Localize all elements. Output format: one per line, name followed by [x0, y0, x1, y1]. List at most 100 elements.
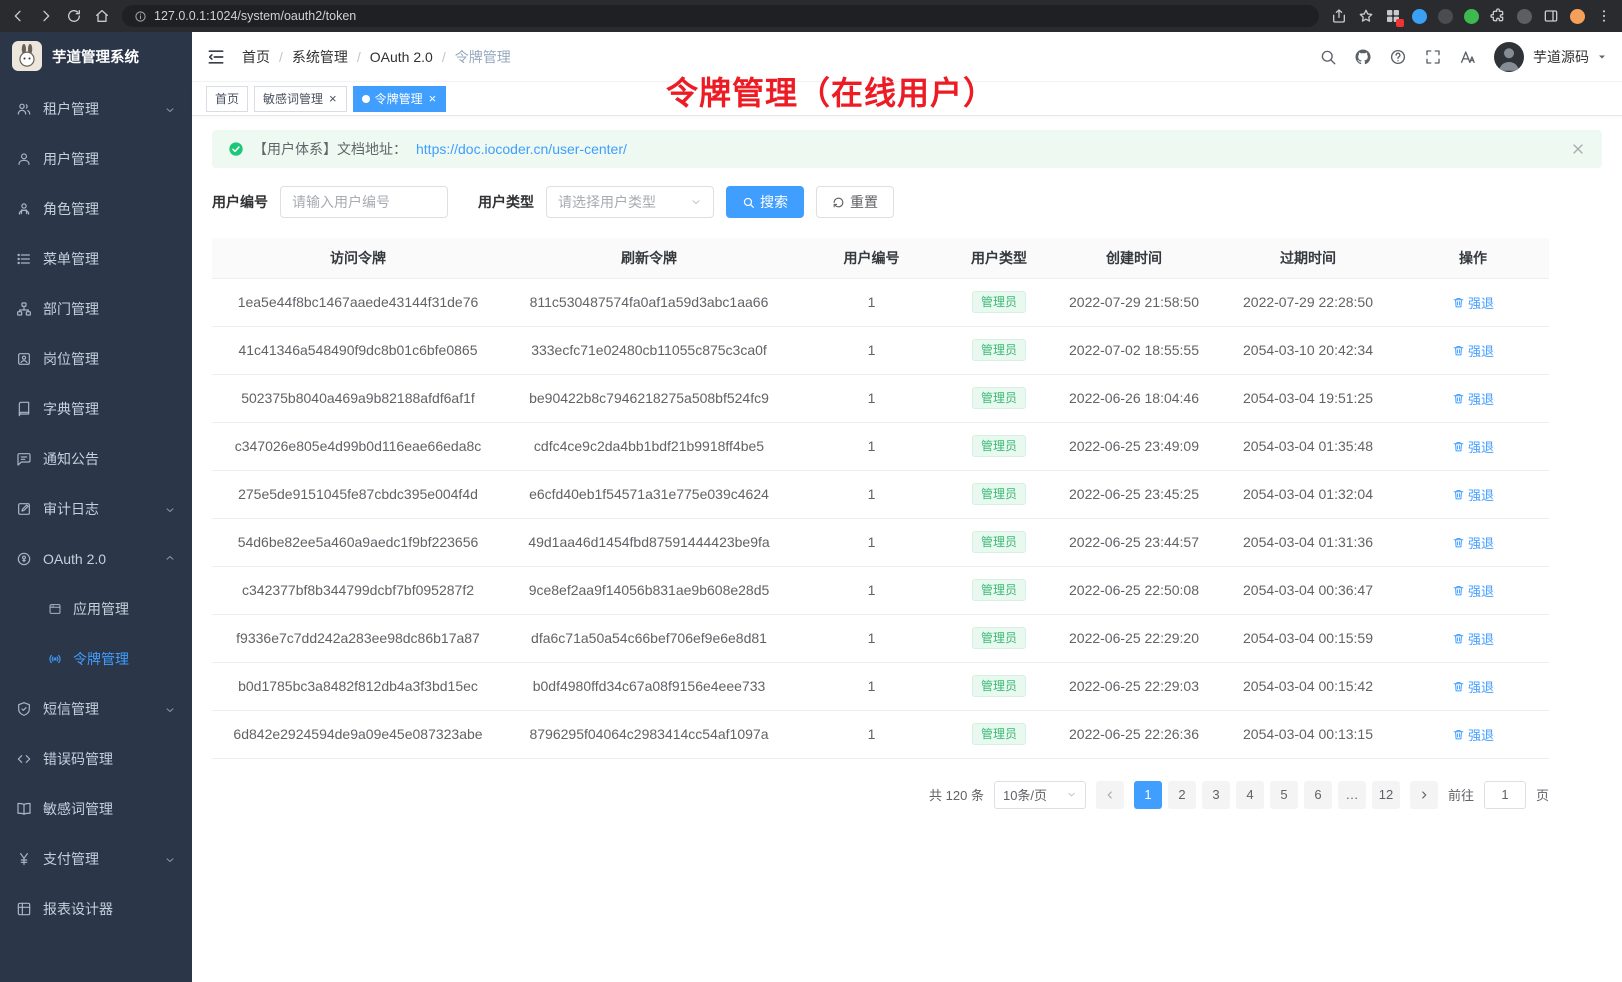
sidebar-item-1[interactable]: 用户管理: [0, 134, 192, 184]
trash-icon: [1452, 344, 1465, 357]
sidebar-item-0[interactable]: 租户管理: [0, 84, 192, 134]
sidebar-item-5[interactable]: 岗位管理: [0, 334, 192, 384]
force-logout-button[interactable]: 强退: [1452, 725, 1494, 744]
tab-close-icon[interactable]: ×: [328, 92, 338, 105]
sidebar-item-4[interactable]: 部门管理: [0, 284, 192, 334]
force-logout-button[interactable]: 强退: [1452, 485, 1494, 504]
badge-icon: [16, 351, 32, 367]
fontsize-icon[interactable]: [1459, 48, 1477, 66]
sidebar-item-12[interactable]: 敏感词管理: [0, 784, 192, 834]
user-id-input[interactable]: [280, 186, 448, 218]
force-logout-button[interactable]: 强退: [1452, 341, 1494, 360]
force-logout-button[interactable]: 强退: [1452, 629, 1494, 648]
sidebar-item-label: 报表设计器: [43, 899, 113, 919]
search-button[interactable]: 搜索: [726, 186, 804, 218]
extensions-icon[interactable]: [1385, 8, 1401, 24]
bookmark-star-icon[interactable]: [1358, 8, 1374, 24]
sidebar-item-11[interactable]: 错误码管理: [0, 734, 192, 784]
tab-label: 首页: [215, 90, 239, 107]
forward-icon[interactable]: [38, 8, 54, 24]
extension-green-icon[interactable]: [1464, 9, 1479, 24]
sidebar-item-label: 菜单管理: [43, 249, 99, 269]
sidebar-item-8[interactable]: 审计日志: [0, 484, 192, 534]
user-menu-caret-icon[interactable]: [1596, 51, 1608, 63]
force-logout-button[interactable]: 强退: [1452, 677, 1494, 696]
side-panel-icon[interactable]: [1543, 8, 1559, 24]
page-list: 123456…12: [1134, 781, 1400, 809]
page-button[interactable]: 5: [1270, 781, 1298, 809]
browser-menu-icon[interactable]: [1596, 8, 1612, 24]
tab-2[interactable]: 令牌管理×: [353, 86, 447, 112]
broadcast-icon: [48, 652, 62, 666]
address-bar[interactable]: 127.0.0.1:1024/system/oauth2/token: [122, 5, 1319, 27]
sidebar-item-13[interactable]: 支付管理: [0, 834, 192, 884]
force-logout-button[interactable]: 强退: [1452, 293, 1494, 312]
expires-cell: 2054-03-04 00:36:47: [1219, 566, 1397, 614]
page-button[interactable]: 6: [1304, 781, 1332, 809]
search-icon[interactable]: [1319, 48, 1337, 66]
page-button[interactable]: …: [1338, 781, 1366, 809]
page-button[interactable]: 4: [1236, 781, 1264, 809]
app-logo[interactable]: 芋道管理系统: [0, 32, 192, 80]
page-size-select[interactable]: 10条/页: [994, 781, 1086, 809]
expires-cell: 2054-03-04 01:31:36: [1219, 518, 1397, 566]
force-logout-button[interactable]: 强退: [1452, 437, 1494, 456]
sidebar-item-2[interactable]: 角色管理: [0, 184, 192, 234]
force-logout-button[interactable]: 强退: [1452, 533, 1494, 552]
profile-avatar[interactable]: [1570, 9, 1585, 24]
force-logout-button[interactable]: 强退: [1452, 581, 1494, 600]
breadcrumb-item[interactable]: OAuth 2.0: [370, 49, 433, 65]
alert-doc-link[interactable]: https://doc.iocoder.cn/user-center/: [416, 141, 627, 157]
tab-close-icon[interactable]: ×: [428, 92, 438, 105]
home-icon[interactable]: [94, 8, 110, 24]
breadcrumb-item[interactable]: 首页: [242, 47, 270, 67]
collapse-sidebar-icon[interactable]: [206, 47, 226, 67]
tab-1[interactable]: 敏感词管理×: [254, 86, 347, 112]
expires-cell: 2054-03-04 00:15:42: [1219, 662, 1397, 710]
page-button[interactable]: 3: [1202, 781, 1230, 809]
sidebar-item-label: 租户管理: [43, 99, 99, 119]
token-table: 访问令牌刷新令牌用户编号用户类型创建时间过期时间操作 1ea5e44f8bc14…: [212, 238, 1602, 759]
sidebar-item-9[interactable]: OAuth 2.0: [0, 534, 192, 584]
back-icon[interactable]: [10, 8, 26, 24]
extension-badge: [1396, 19, 1404, 27]
tab-0[interactable]: 首页: [206, 86, 248, 112]
github-icon[interactable]: [1354, 48, 1372, 66]
force-logout-button[interactable]: 强退: [1452, 389, 1494, 408]
goto-page-input[interactable]: [1484, 781, 1526, 809]
puzzle-icon[interactable]: [1490, 8, 1506, 24]
access-token-cell: 502375b8040a469a9b82188afdf6af1f: [212, 374, 504, 422]
sidebar-item-3[interactable]: 菜单管理: [0, 234, 192, 284]
fullscreen-icon[interactable]: [1424, 48, 1442, 66]
sidebar-subitem-9-0[interactable]: 应用管理: [0, 584, 192, 634]
created-cell: 2022-07-02 18:55:55: [1049, 326, 1219, 374]
user-icon: [16, 151, 32, 167]
sidebar-item-14[interactable]: 报表设计器: [0, 884, 192, 934]
prev-page-button[interactable]: [1096, 781, 1124, 809]
extension-blue-icon[interactable]: [1412, 9, 1427, 24]
site-info-icon[interactable]: [134, 10, 147, 23]
page-button[interactable]: 1: [1134, 781, 1162, 809]
sidebar-subitem-9-1[interactable]: 令牌管理: [0, 634, 192, 684]
sidebar-item-7[interactable]: 通知公告: [0, 434, 192, 484]
access-token-cell: c347026e805e4d99b0d116eae66eda8c: [212, 422, 504, 470]
table-row: 502375b8040a469a9b82188afdf6af1fbe90422b…: [212, 374, 1549, 422]
next-page-button[interactable]: [1410, 781, 1438, 809]
share-icon[interactable]: [1331, 8, 1347, 24]
sidebar-item-10[interactable]: 短信管理: [0, 684, 192, 734]
breadcrumb-item[interactable]: 系统管理: [292, 47, 348, 67]
page-button[interactable]: 12: [1372, 781, 1400, 809]
sidebar-item-6[interactable]: 字典管理: [0, 384, 192, 434]
user-type-select[interactable]: 请选择用户类型: [546, 186, 714, 218]
breadcrumb-separator: /: [279, 49, 283, 65]
extension-gray-icon[interactable]: [1517, 9, 1532, 24]
reset-button[interactable]: 重置: [816, 186, 894, 218]
user-type-label: 用户类型: [478, 192, 534, 212]
reload-icon[interactable]: [66, 8, 82, 24]
alert-close-icon[interactable]: [1570, 141, 1586, 157]
extension-dark-icon[interactable]: [1438, 9, 1453, 24]
page-button[interactable]: 2: [1168, 781, 1196, 809]
username-label[interactable]: 芋道源码: [1533, 47, 1589, 67]
user-avatar[interactable]: [1494, 42, 1524, 72]
question-icon[interactable]: [1389, 48, 1407, 66]
